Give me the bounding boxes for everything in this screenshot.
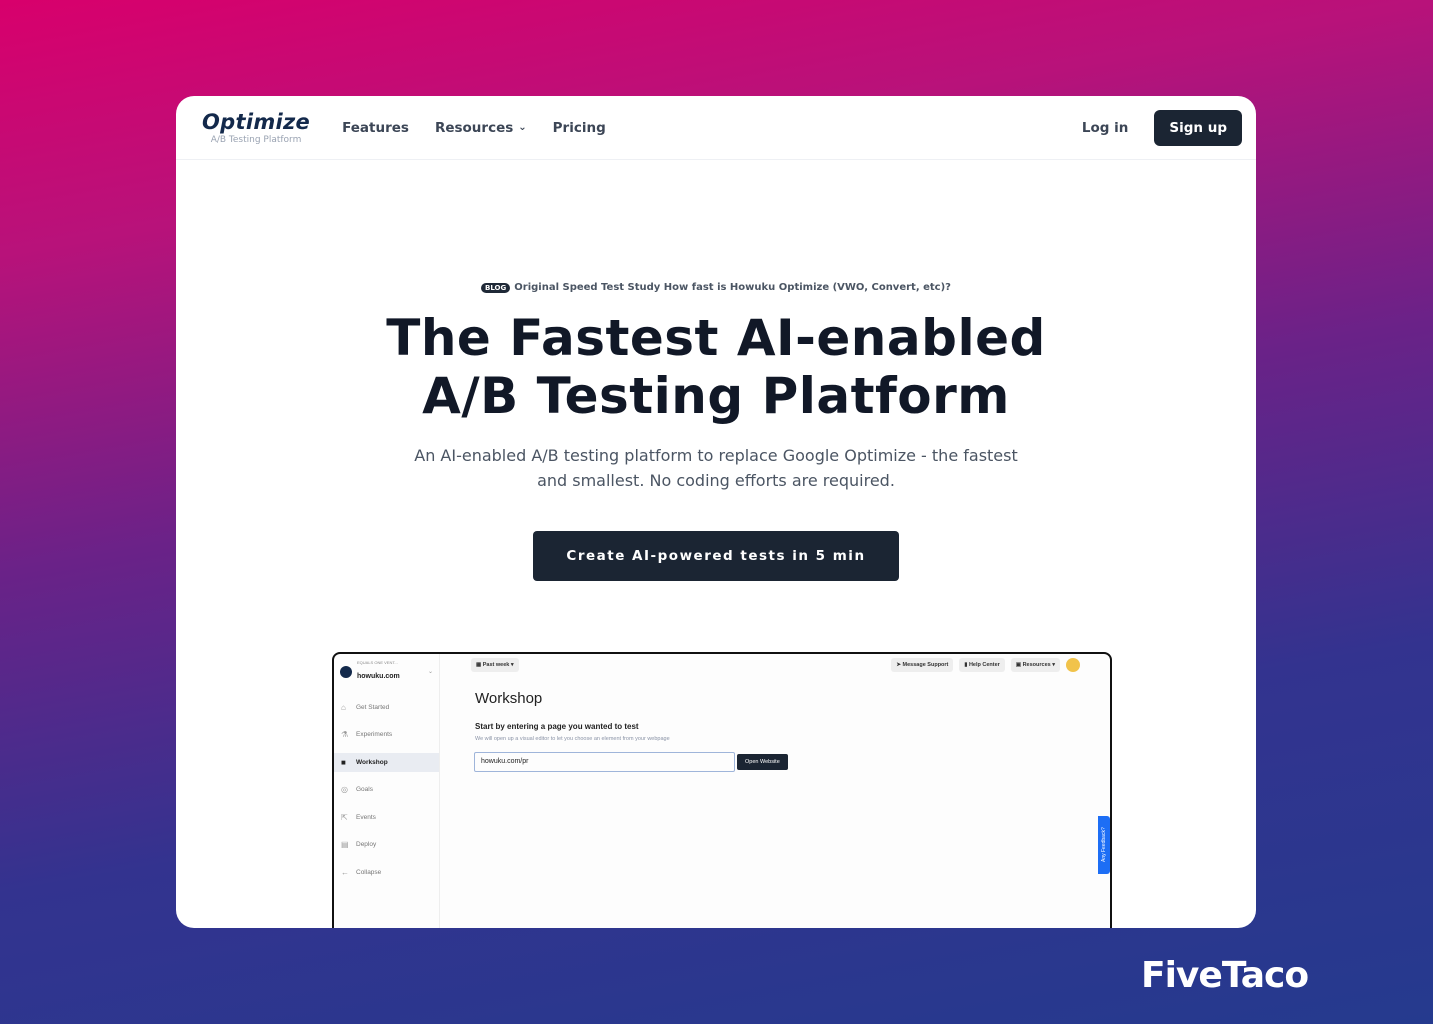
chevron-down-icon: ⌄ [518, 122, 527, 133]
label: Events [356, 813, 376, 821]
nav-resources[interactable]: Resources ⌄ [435, 120, 527, 136]
label: Resources [1022, 662, 1051, 668]
label: Deploy [356, 841, 377, 848]
sidebar-item-collapse: ← Collapse [334, 863, 439, 882]
app-screenshot: EQUALS ONE VENT... howuku.com ⌄ ⌂ Get Start… [332, 652, 1112, 928]
logo-subtitle: A/B Testing Platform [210, 135, 302, 145]
workspace-switcher: EQUALS ONE VENT... howuku.com ⌄ [334, 654, 439, 689]
logo[interactable]: Optimize A/B Testing Platform [202, 110, 310, 145]
flask-icon: ⚗ [341, 730, 349, 739]
label: Help Center [968, 662, 1000, 668]
title-line-1: The Fastest AI-enabled [386, 309, 1046, 367]
hero: BLOG Original Speed Test Study How fast i… [176, 282, 1256, 581]
logo-text: Optimize [202, 110, 311, 134]
help-center-button: ▮ Help Center [959, 658, 1005, 672]
workspace-name: howuku.com [357, 673, 400, 680]
sidebar-item-deploy: ▤ Deploy [334, 835, 439, 854]
deploy-icon: ▤ [341, 840, 349, 849]
home-icon: ⌂ [341, 702, 346, 712]
top-nav: Optimize A/B Testing Platform Features R… [176, 96, 1256, 160]
subtitle-line-2: and smallest. No coding efforts are requ… [537, 471, 895, 490]
landing-page: Optimize A/B Testing Platform Features R… [176, 96, 1256, 928]
blog-text: Original Speed Test Study How fast is Ho… [514, 282, 951, 293]
workspace-icon [340, 665, 352, 678]
sidebar-item-get-started: ⌂ Get Started [334, 698, 439, 717]
chevron-down-icon: ⌄ [427, 669, 433, 675]
sidebar-item-events: ⇱ Events [334, 808, 439, 827]
sidebar-item-workshop: ■ Workshop [334, 752, 439, 772]
workspace-org: EQUALS ONE VENT... [357, 660, 398, 665]
label: Get Started [356, 703, 390, 711]
label: Goals [356, 786, 373, 793]
message-support-button: ➤ Message Support [891, 658, 954, 672]
login-link[interactable]: Log in [1082, 120, 1128, 136]
label: Experiments [356, 731, 393, 738]
app-description: We will open up a visual editor to let y… [475, 736, 670, 742]
sidebar-item-goals: ◎ Goals [334, 780, 439, 799]
label: Workshop [356, 758, 388, 766]
sidebar-item-experiments: ⚗ Experiments [334, 725, 439, 744]
label: Message Support [902, 662, 949, 668]
app-sidebar: EQUALS ONE VENT... howuku.com ⌄ ⌂ Get Start… [334, 654, 440, 928]
fivetaco-logo: FiveTaco [1141, 955, 1309, 996]
date-filter: ▦ Past week ▾ [471, 658, 519, 672]
nav-features[interactable]: Features [342, 120, 409, 136]
cta-button[interactable]: Create AI-powered tests in 5 min [533, 531, 899, 581]
signup-button[interactable]: Sign up [1154, 109, 1242, 146]
date-filter-label: Past week [482, 662, 510, 668]
nav-resources-label: Resources [434, 119, 514, 136]
app-page-title: Workshop [475, 690, 543, 707]
factory-icon: ■ [341, 757, 346, 767]
click-icon: ⇱ [341, 812, 348, 822]
feedback-tab: Any Feedback? [1098, 816, 1110, 874]
resources-button: ▣ Resources ▾ [1010, 658, 1060, 672]
subtitle-line-1: An AI-enabled A/B testing platform to re… [414, 446, 1018, 465]
app-toolbar: ▦ Past week ▾ ➤ Message Support ▮ Help C… [471, 658, 1110, 672]
app-heading: Start by entering a page you wanted to t… [475, 722, 639, 731]
avatar [1066, 658, 1080, 672]
nav-pricing[interactable]: Pricing [553, 120, 606, 136]
label: Collapse [356, 868, 382, 876]
arrow-left-icon: ← [341, 867, 349, 877]
blog-link[interactable]: BLOG Original Speed Test Study How fast i… [176, 282, 1256, 293]
url-input: howuku.com/pr [474, 752, 735, 772]
title-line-2: A/B Testing Platform [422, 367, 1010, 425]
open-website-button: Open Website [737, 754, 788, 770]
hero-subtitle: An AI-enabled A/B testing platform to re… [176, 443, 1256, 493]
blog-badge: BLOG [481, 282, 511, 293]
hero-title: The Fastest AI-enabled A/B Testing Platfo… [176, 309, 1256, 425]
target-icon: ◎ [341, 785, 348, 794]
